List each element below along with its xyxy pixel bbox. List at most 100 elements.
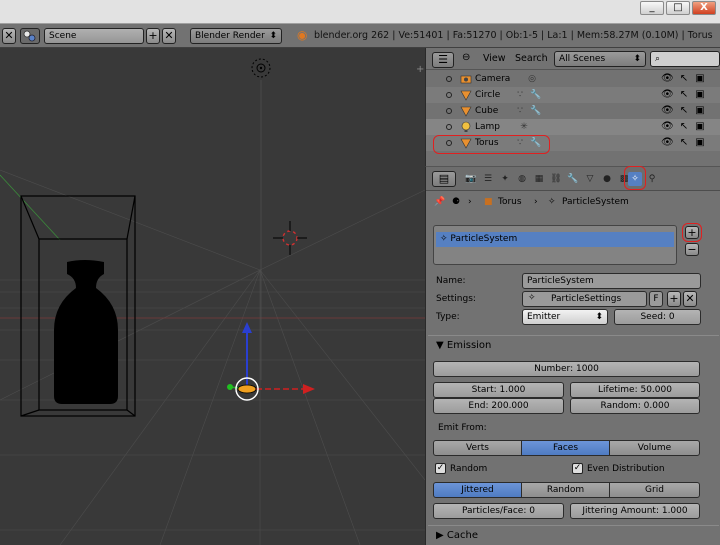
even-distribution-label: Even Distribution	[587, 464, 665, 474]
render-camera-icon[interactable]: ▣	[694, 72, 706, 85]
even-distribution-checkbox[interactable]: ✓	[572, 463, 583, 474]
scene-stats: blender.org 262 | Ve:51401 | Fa:51270 | …	[314, 30, 713, 41]
seed-field[interactable]: Seed: 0	[614, 309, 701, 325]
emit-from-volume-button[interactable]: Volume	[609, 440, 700, 456]
breadcrumb-arrow-icon: ›	[468, 197, 472, 207]
properties-panel: ▤ 📷 ☰ ✦ ◍ ▦ ⛓ 🔧 ▽ ● ▩ ✧ ⚲ 📌 ⚈ › ■ Torus …	[425, 166, 720, 545]
render-camera-icon[interactable]: ▣	[694, 88, 706, 101]
particle-type-value: Emitter	[527, 312, 561, 322]
maximize-button[interactable]: □	[666, 1, 690, 15]
scene-filter-select[interactable]: All Scenes ⬍	[554, 51, 646, 67]
tab-modifiers-icon[interactable]: 🔧	[566, 172, 580, 186]
jittering-amount-field[interactable]: Jittering Amount: 1.000	[570, 503, 700, 519]
distribution-jittered-button[interactable]: Jittered	[433, 482, 522, 498]
expand-icon[interactable]	[446, 92, 452, 98]
particles-icon: ✧	[528, 293, 536, 303]
emit-from-faces-button[interactable]: Faces	[521, 440, 610, 456]
end-field[interactable]: End: 200.000	[433, 398, 564, 414]
expand-icon[interactable]	[446, 124, 452, 130]
lamp-icon	[461, 121, 471, 132]
tab-world-icon[interactable]: ◍	[515, 172, 529, 186]
number-field[interactable]: Number: 1000	[433, 361, 700, 377]
outliner-item-camera[interactable]: Camera ◎ 👁 ↖ ▣	[426, 71, 720, 87]
3d-viewport[interactable]: +	[0, 48, 425, 545]
pin-icon[interactable]: 📌	[434, 197, 445, 207]
breadcrumb: 📌 ⚈ › ■ Torus › ✧ ParticleSystem	[434, 197, 714, 211]
outliner-panel: ☰ ⊖ View Search All Scenes ⬍ ⌕ Camera ◎ …	[425, 48, 720, 166]
modifier-wrench-icon[interactable]: 🔧	[530, 89, 542, 101]
tab-material-icon[interactable]: ●	[600, 172, 614, 186]
distribution-random-button[interactable]: Random	[521, 482, 610, 498]
transform-manipulator[interactable]	[227, 322, 315, 401]
visibility-eye-icon[interactable]: 👁	[661, 120, 674, 133]
list-item[interactable]: ✧ ParticleSystem	[436, 232, 674, 247]
view-menu[interactable]: View	[483, 53, 506, 64]
distribution-grid-button[interactable]: Grid	[609, 482, 700, 498]
render-camera-icon[interactable]: ▣	[694, 120, 706, 133]
particle-type-select[interactable]: Emitter ⬍	[522, 309, 608, 325]
expand-icon[interactable]	[446, 108, 452, 114]
render-engine-select[interactable]: Blender Render ⬍	[190, 28, 282, 44]
visibility-eye-icon[interactable]: 👁	[661, 136, 674, 149]
visibility-eye-icon[interactable]: 👁	[661, 88, 674, 101]
emit-from-verts-button[interactable]: Verts	[433, 440, 522, 456]
tab-render-layers-icon[interactable]: ☰	[481, 172, 495, 186]
particle-system-name-field[interactable]: ParticleSystem	[522, 273, 701, 289]
mesh-data-icon[interactable]: ∵	[514, 105, 526, 117]
visibility-eye-icon[interactable]: 👁	[661, 104, 674, 117]
particle-settings-field[interactable]: ParticleSettings	[522, 291, 647, 307]
expand-icon[interactable]	[446, 76, 452, 82]
tab-constraints-icon[interactable]: ⛓	[549, 172, 563, 186]
outliner-item-cube[interactable]: Cube ∵ 🔧 👁 ↖ ▣	[426, 103, 720, 119]
outliner-item-lamp[interactable]: Lamp ✳ 👁 ↖ ▣	[426, 119, 720, 135]
particle-system-list[interactable]: ✧ ParticleSystem	[433, 225, 677, 265]
panel-expanded-arrow-icon: ▼	[436, 340, 444, 351]
collapse-arrow-icon[interactable]: ⊖	[462, 52, 470, 63]
lamp-object[interactable]	[251, 58, 271, 78]
outliner-search-field[interactable]: ⌕	[650, 51, 720, 67]
remove-particle-system-button[interactable]: −	[685, 243, 699, 256]
unlink-settings-button[interactable]: ✕	[683, 291, 697, 307]
scene-name-field[interactable]: Scene	[44, 28, 144, 44]
tab-mesh-data-icon[interactable]: ▽	[583, 172, 597, 186]
emission-panel-header[interactable]: ▼ Emission	[428, 335, 719, 355]
fake-user-button[interactable]: F	[649, 291, 663, 307]
close-window-button[interactable]: X	[692, 1, 716, 15]
cache-panel-header[interactable]: ▶ Cache	[428, 525, 719, 545]
selectable-arrow-icon[interactable]: ↖	[678, 104, 690, 117]
start-field[interactable]: Start: 1.000	[433, 382, 564, 398]
bottle-silhouette[interactable]	[54, 260, 118, 404]
render-camera-icon[interactable]: ▣	[694, 136, 706, 149]
editor-type-icon[interactable]: ▤	[432, 171, 456, 187]
selectable-arrow-icon[interactable]: ↖	[678, 136, 690, 149]
selectable-arrow-icon[interactable]: ↖	[678, 88, 690, 101]
mesh-data-icon[interactable]: ∵	[514, 89, 526, 101]
tab-object-icon[interactable]: ▦	[532, 172, 546, 186]
visibility-eye-icon[interactable]: 👁	[661, 72, 674, 85]
panel-collapsed-arrow-icon: ▶	[436, 530, 444, 541]
tab-scene-icon[interactable]: ✦	[498, 172, 512, 186]
lifetime-field[interactable]: Lifetime: 50.000	[570, 382, 700, 398]
editor-type-icon[interactable]: ☰	[432, 52, 454, 68]
particles-per-face-field[interactable]: Particles/Face: 0	[433, 503, 564, 519]
tab-physics-icon[interactable]: ⚲	[645, 172, 659, 186]
delete-scene-button[interactable]: ✕	[162, 28, 176, 44]
tab-render-icon[interactable]: 📷	[464, 172, 478, 186]
add-scene-button[interactable]: +	[146, 28, 160, 44]
camera-data-icon[interactable]: ◎	[526, 73, 538, 85]
modifier-wrench-icon[interactable]: 🔧	[530, 105, 542, 117]
close-screen-icon[interactable]: ✕	[2, 28, 16, 44]
selectable-arrow-icon[interactable]: ↖	[678, 72, 690, 85]
random-checkbox[interactable]: ✓	[435, 463, 446, 474]
minimize-button[interactable]: _	[640, 1, 664, 15]
lamp-data-icon[interactable]: ✳	[518, 121, 530, 133]
lifetime-random-field[interactable]: Random: 0.000	[570, 398, 700, 414]
scene-type-icon[interactable]	[20, 28, 40, 44]
search-menu[interactable]: Search	[515, 53, 548, 64]
render-camera-icon[interactable]: ▣	[694, 104, 706, 117]
selectable-arrow-icon[interactable]: ↖	[678, 120, 690, 133]
new-settings-button[interactable]: +	[667, 291, 681, 307]
outliner-item-circle[interactable]: Circle ∵ 🔧 👁 ↖ ▣	[426, 87, 720, 103]
emission-title: Emission	[446, 340, 492, 351]
area-split-icon: +	[416, 64, 424, 75]
